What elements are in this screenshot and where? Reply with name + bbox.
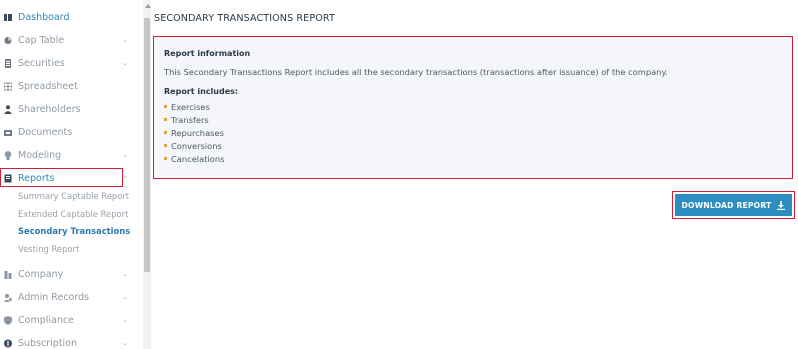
list-item: Exercises — [164, 102, 210, 112]
submenu-item-summary-captable[interactable]: Summary Captable Report — [18, 191, 129, 201]
sidebar-item-label: Cap Table — [18, 34, 65, 46]
list-item: Repurchases — [164, 128, 224, 138]
sidebar-item-spreadsheet[interactable]: Spreadsheet — [0, 77, 143, 95]
sidebar-item-label: Shareholders — [18, 103, 81, 115]
shield-icon — [4, 315, 12, 325]
dashboard-icon — [4, 13, 12, 21]
scroll-up-arrow-icon[interactable] — [145, 4, 151, 8]
report-includes-heading: Report includes: — [164, 87, 239, 96]
page-title: SECONDARY TRANSACTIONS REPORT — [154, 13, 335, 24]
submenu-item-extended-captable[interactable]: Extended Captable Report — [18, 209, 128, 219]
report-info-description: This Secondary Transactions Report inclu… — [164, 67, 668, 77]
download-report-label: DOWNLOAD REPORT — [681, 200, 772, 210]
sidebar-item-label: Subscription — [18, 337, 78, 349]
sidebar-item-label: Documents — [18, 126, 73, 138]
chevron-down-icon: ⌄ — [121, 36, 129, 44]
report-info-heading: Report information — [164, 49, 251, 58]
admin-icon — [4, 293, 12, 302]
chevron-down-icon: ⌄ — [121, 270, 129, 278]
sidebar-item-label: Dashboard — [18, 11, 70, 23]
document-icon — [5, 58, 11, 68]
sidebar: Dashboard Cap Table ⌄ Securities ⌄ Sprea… — [0, 0, 143, 349]
sidebar-item-modeling[interactable]: Modeling ⌄ — [0, 146, 143, 164]
download-icon — [777, 200, 786, 210]
chevron-down-icon: ⌄ — [121, 293, 129, 301]
sidebar-item-admin-records[interactable]: Admin Records ⌄ — [0, 288, 143, 306]
building-icon — [4, 270, 12, 279]
sidebar-item-label: Spreadsheet — [18, 80, 78, 92]
list-item: Conversions — [164, 141, 222, 151]
bullet-icon — [164, 118, 167, 121]
pie-chart-icon — [4, 36, 12, 44]
sidebar-item-label: Company — [18, 268, 64, 280]
sidebar-item-company[interactable]: Company ⌄ — [0, 265, 143, 283]
sidebar-item-documents[interactable]: Documents — [0, 123, 143, 141]
grid-icon — [4, 82, 12, 90]
sidebar-item-shareholders[interactable]: Shareholders — [0, 100, 143, 118]
sidebar-item-label: Admin Records — [18, 291, 90, 303]
chevron-down-icon: ⌄ — [121, 59, 129, 67]
bullet-icon — [164, 105, 167, 108]
scrollbar-thumb[interactable] — [144, 18, 150, 272]
submenu-item-vesting-report[interactable]: Vesting Report — [18, 244, 79, 254]
list-item: Transfers — [164, 115, 209, 125]
sidebar-item-subscription[interactable]: Subscription ⌄ — [0, 334, 143, 349]
chevron-down-icon: ⌄ — [121, 151, 129, 159]
sidebar-item-compliance[interactable]: Compliance ⌄ — [0, 311, 143, 329]
sidebar-item-dashboard[interactable]: Dashboard — [0, 8, 143, 26]
sidebar-item-securities[interactable]: Securities ⌄ — [0, 54, 143, 72]
chevron-down-icon: ⌄ — [121, 316, 129, 324]
bullet-icon — [164, 157, 167, 160]
bullet-icon — [164, 131, 167, 134]
sidebar-item-label: Compliance — [18, 314, 74, 326]
sidebar-item-label: Modeling — [18, 149, 62, 161]
download-report-button[interactable]: DOWNLOAD REPORT — [675, 194, 792, 216]
reports-highlight-box — [0, 168, 123, 187]
sidebar-item-label: Securities — [18, 57, 65, 69]
lightbulb-icon — [4, 150, 12, 160]
chevron-down-icon: ⌄ — [121, 339, 129, 347]
list-item: Cancelations — [164, 154, 224, 164]
dollar-icon — [4, 339, 12, 347]
bullet-icon — [164, 144, 167, 147]
submenu-item-secondary-transactions[interactable]: Secondary Transactions — [18, 226, 130, 236]
folder-icon — [4, 129, 12, 136]
person-icon — [4, 104, 12, 114]
sidebar-item-cap-table[interactable]: Cap Table ⌄ — [0, 31, 143, 49]
